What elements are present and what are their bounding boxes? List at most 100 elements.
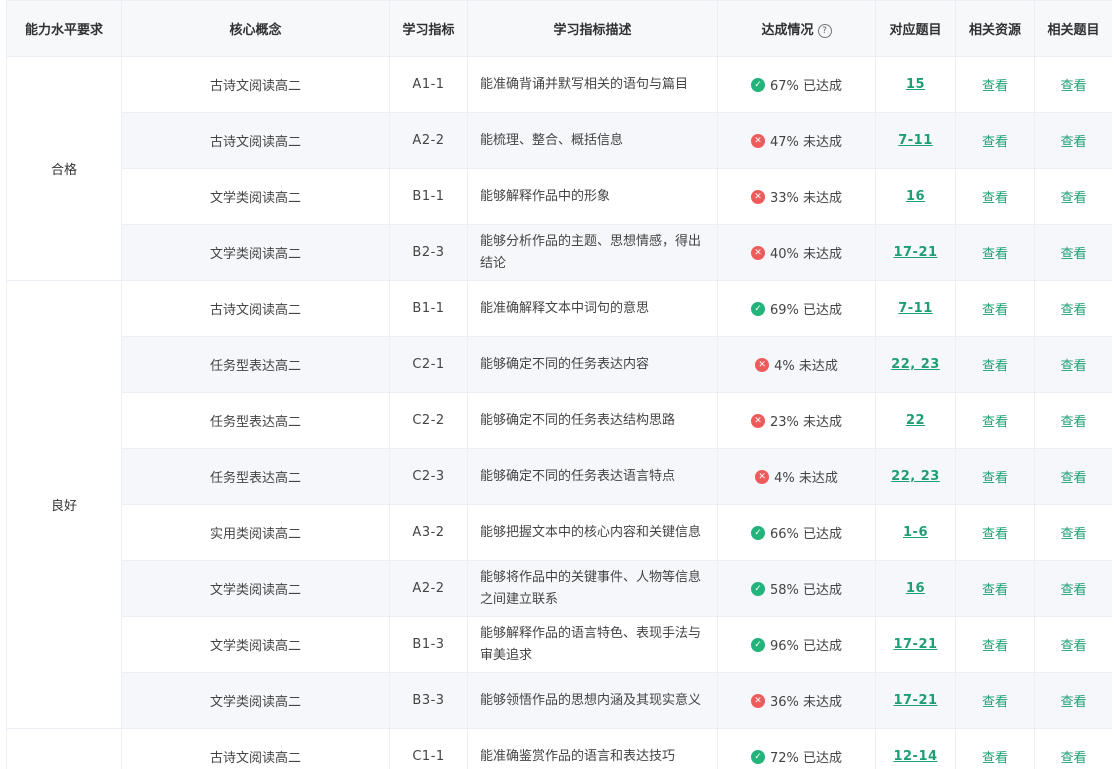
status-badge: ✓ 72% 已达成 [750, 747, 842, 766]
check-circle-icon: ✓ [750, 77, 765, 92]
view-resources-link[interactable]: 查看 [982, 415, 1008, 430]
indicator-desc-cell: 能够确定不同的任务表达结构思路 [467, 392, 718, 449]
status-badge: ✕ 23% 未达成 [750, 411, 843, 430]
table-row: 古诗文阅读高二 A2-2 能梳理、整合、概括信息 ✕ 47% 未达成 7-11 查看 查看 [7, 112, 1112, 169]
status-badge: ✓ 58% 已达成 [750, 579, 842, 598]
question-circle-icon[interactable]: ? [817, 24, 832, 38]
indicator-desc-cell: 能够解释作品的语言特色、表现手法与审美追求 [467, 616, 718, 673]
status-text: 4% 未达成 [774, 471, 838, 486]
view-related-link[interactable]: 查看 [1060, 471, 1086, 486]
related-cell: 查看 [1034, 392, 1112, 449]
indicator-desc-cell: 能准确鉴赏作品的语言和表达技巧 [467, 728, 718, 769]
view-resources-link[interactable]: 查看 [982, 247, 1008, 262]
questions-link[interactable]: 17-21 [893, 637, 937, 652]
status-cell: ✓ 96% 已达成 [717, 616, 876, 673]
status-badge: ✕ 47% 未达成 [750, 131, 843, 150]
header-level: 能力水平要求 [6, 0, 122, 57]
header-questions: 对应题目 [875, 0, 956, 57]
status-badge: ✓ 67% 已达成 [750, 75, 843, 94]
questions-cell: 7-11 [875, 280, 956, 337]
concept-cell: 文学类阅读高二 [121, 560, 390, 617]
resources-cell: 查看 [955, 280, 1035, 337]
questions-link[interactable]: 22 [906, 413, 925, 428]
view-resources-link[interactable]: 查看 [982, 751, 1008, 766]
indicator-code-cell: A3-2 [389, 504, 468, 561]
questions-link[interactable]: 16 [906, 189, 925, 204]
questions-link[interactable]: 22, 23 [891, 469, 940, 484]
concept-cell: 实用类阅读高二 [121, 504, 390, 561]
table-row: 良好 古诗文阅读高二 B1-1 能准确解释文本中词句的意思 ✓ 69% 已达成 7-11 查看… [6, 280, 1112, 729]
header-code: 学习指标 [389, 0, 468, 57]
view-resources-link[interactable]: 查看 [982, 135, 1008, 150]
questions-cell: 16 [875, 168, 956, 225]
indicator-desc-cell: 能够确定不同的任务表达内容 [467, 336, 718, 393]
status-text: 96% 已达成 [769, 639, 843, 654]
view-resources-link[interactable]: 查看 [982, 191, 1008, 206]
resources-cell: 查看 [955, 336, 1035, 393]
related-cell: 查看 [1034, 112, 1112, 169]
status-text: 66% 已达成 [769, 527, 843, 542]
view-related-link[interactable]: 查看 [1060, 583, 1086, 598]
level-cell: 合格 [6, 56, 122, 281]
view-related-link[interactable]: 查看 [1060, 639, 1086, 654]
status-cell: ✓ 69% 已达成 [717, 280, 876, 337]
view-related-link[interactable]: 查看 [1060, 527, 1086, 542]
table-row: 实用类阅读高二 A3-2 能够把握文本中的核心内容和关键信息 ✓ 66% 已达成 1-6 查… [7, 504, 1112, 561]
status-text: 67% 已达成 [769, 79, 843, 94]
questions-link[interactable]: 16 [906, 581, 925, 596]
view-related-link[interactable]: 查看 [1060, 695, 1086, 710]
indicator-code-cell: C1-1 [389, 728, 468, 769]
indicator-code-cell: B1-1 [389, 168, 468, 225]
questions-link[interactable]: 12-14 [893, 749, 937, 764]
questions-cell: 16 [875, 560, 956, 617]
view-related-link[interactable]: 查看 [1060, 359, 1086, 374]
view-related-link[interactable]: 查看 [1060, 303, 1086, 318]
questions-link[interactable]: 17-21 [893, 245, 937, 260]
concept-cell: 文学类阅读高二 [121, 168, 390, 225]
status-cell: ✕ 4% 未达成 [717, 336, 876, 393]
status-cell: ✓ 72% 已达成 [717, 728, 876, 769]
level-cell: 良好 [6, 280, 122, 729]
indicator-desc-cell: 能够领悟作品的思想内涵及其现实意义 [467, 672, 718, 729]
view-related-link[interactable]: 查看 [1060, 191, 1086, 206]
indicator-code-cell: A2-2 [389, 112, 468, 169]
view-related-link[interactable]: 查看 [1060, 135, 1086, 150]
header-resources: 相关资源 [955, 0, 1035, 57]
view-resources-link[interactable]: 查看 [982, 303, 1008, 318]
related-cell: 查看 [1034, 448, 1112, 505]
status-badge: ✓ 96% 已达成 [750, 635, 843, 654]
indicator-code-cell: C2-3 [389, 448, 468, 505]
status-text: 36% 未达成 [769, 695, 843, 710]
concept-cell: 古诗文阅读高二 [121, 56, 390, 113]
view-resources-link[interactable]: 查看 [982, 359, 1008, 374]
questions-link[interactable]: 17-21 [893, 693, 937, 708]
table-row: 文学类阅读高二 B2-3 能够分析作品的主题、思想情感，得出结论 ✕ 40% 未达成 17… [7, 224, 1112, 281]
view-resources-link[interactable]: 查看 [982, 79, 1008, 94]
header-desc: 学习指标描述 [467, 0, 718, 57]
view-related-link[interactable]: 查看 [1060, 415, 1086, 430]
view-related-link[interactable]: 查看 [1060, 79, 1086, 94]
resources-cell: 查看 [955, 672, 1035, 729]
status-cell: ✕ 33% 未达成 [717, 168, 876, 225]
indicator-desc-cell: 能梳理、整合、概括信息 [467, 112, 718, 169]
concept-cell: 任务型表达高二 [121, 448, 390, 505]
check-circle-icon: ✓ [750, 581, 765, 596]
view-resources-link[interactable]: 查看 [982, 527, 1008, 542]
view-resources-link[interactable]: 查看 [982, 471, 1008, 486]
status-text: 47% 未达成 [769, 135, 843, 150]
view-resources-link[interactable]: 查看 [982, 639, 1008, 654]
questions-link[interactable]: 7-11 [898, 133, 933, 148]
questions-link[interactable]: 1-6 [903, 525, 928, 540]
status-text: 23% 未达成 [769, 415, 843, 430]
close-circle-icon: ✕ [755, 469, 770, 484]
questions-link[interactable]: 15 [906, 77, 925, 92]
view-resources-link[interactable]: 查看 [982, 695, 1008, 710]
view-related-link[interactable]: 查看 [1060, 751, 1086, 766]
header-concept: 核心概念 [121, 0, 390, 57]
indicator-code-cell: A1-1 [389, 56, 468, 113]
questions-link[interactable]: 7-11 [898, 301, 933, 316]
view-related-link[interactable]: 查看 [1060, 247, 1086, 262]
view-resources-link[interactable]: 查看 [982, 583, 1008, 598]
questions-link[interactable]: 22, 23 [891, 357, 940, 372]
concept-cell: 任务型表达高二 [121, 336, 390, 393]
